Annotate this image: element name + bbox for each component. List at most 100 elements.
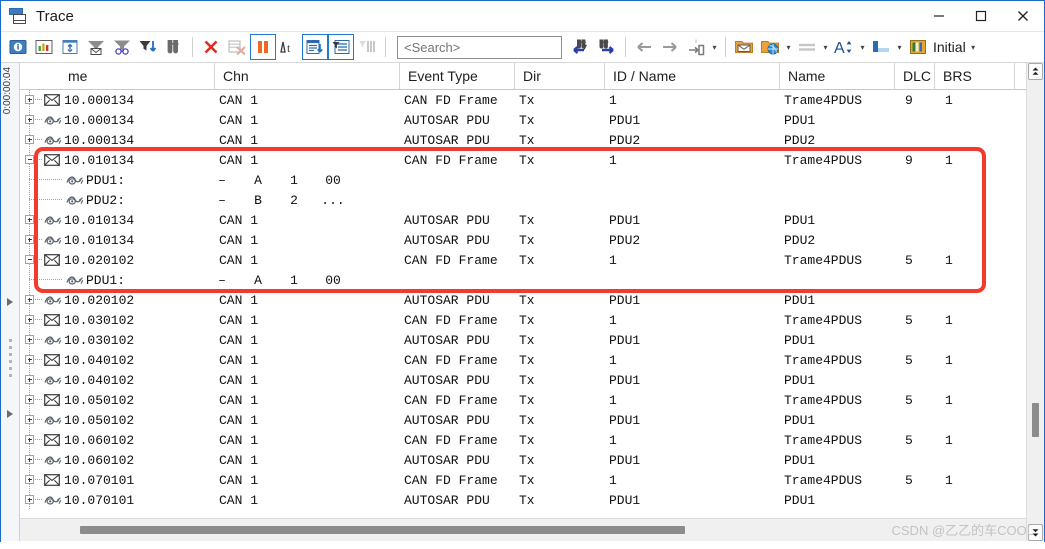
tree-connector (35, 459, 43, 460)
column-header-chn[interactable]: Chn (215, 63, 400, 89)
gutter-splitter[interactable] (1, 298, 19, 418)
configuration-label: Initial (933, 39, 966, 55)
expand-icon[interactable] (25, 135, 34, 144)
find-previous-icon[interactable] (568, 34, 594, 60)
vertical-scroll-thumb[interactable] (1032, 403, 1039, 437)
splitter-arrow-up[interactable] (7, 298, 13, 306)
table-row[interactable]: PDU1: – A 1 00 (20, 270, 1026, 290)
column-header-dlc[interactable]: DLC (895, 63, 935, 89)
table-row[interactable]: 10.020102 CAN 1 CAN FD Frame Tx 1 Trame4PDUS 5… (20, 250, 1026, 270)
table-row[interactable]: 10.030102 CAN 1 CAN FD Frame Tx 1 Trame4PDUS 5… (20, 310, 1026, 330)
column-header-dir[interactable]: Dir (515, 63, 605, 89)
sort-ascending-icon[interactable] (302, 34, 328, 60)
tree-connector (35, 379, 43, 380)
expand-icon[interactable] (25, 375, 34, 384)
table-row[interactable]: 10.040102 CAN 1 CAN FD Frame Tx 1 Trame4PDUS 5… (20, 350, 1026, 370)
goto-dropdown-caret[interactable]: ▾ (709, 34, 720, 60)
measurement-info-icon[interactable] (5, 34, 31, 60)
expand-icon[interactable] (25, 395, 34, 404)
expand-icon[interactable] (25, 115, 34, 124)
line-spacing-icon[interactable] (794, 34, 820, 60)
goto-icon[interactable] (683, 34, 709, 60)
table-row[interactable]: PDU2: – B 2... (20, 190, 1026, 210)
expand-icon[interactable] (25, 355, 34, 364)
expand-icon[interactable] (25, 475, 34, 484)
search-input[interactable]: ▾ (397, 35, 587, 59)
column-chooser-icon[interactable] (354, 34, 380, 60)
expand-icon[interactable] (25, 415, 34, 424)
clear-all-icon[interactable] (224, 34, 250, 60)
table-row[interactable]: 10.070101 CAN 1 CAN FD Frame Tx 1 Trame4PDUS 5… (20, 470, 1026, 490)
open-file-icon[interactable] (731, 34, 757, 60)
expand-icon[interactable] (25, 455, 34, 464)
horizontal-scrollbar[interactable] (20, 518, 1026, 541)
grid-header[interactable]: me Chn Event Type Dir ID / Name Name DLC BRS (20, 63, 1026, 90)
column-header-time[interactable]: me (60, 63, 215, 89)
color-scheme-dropdown-caret[interactable]: ▾ (894, 34, 905, 60)
vertical-scrollbar[interactable] (1026, 63, 1044, 541)
column-header-id[interactable]: ID / Name (605, 63, 780, 89)
collapse-icon[interactable] (25, 255, 34, 264)
color-scheme-icon[interactable] (868, 34, 894, 60)
find-icon[interactable] (161, 34, 187, 60)
table-row[interactable]: 10.000134 CAN 1 AUTOSAR PDU Tx PDU2 PDU2 (20, 130, 1026, 150)
table-row[interactable]: 10.010134 CAN 1 CAN FD Frame Tx 1 Trame4PDUS 9… (20, 150, 1026, 170)
font-size-icon[interactable]: A (831, 34, 857, 60)
configuration-dropdown-caret[interactable]: ▾ (968, 34, 979, 60)
filter-messages-icon[interactable] (83, 34, 109, 60)
column-header-brs[interactable]: BRS (935, 63, 1015, 89)
splitter-grip[interactable] (8, 339, 12, 377)
table-row[interactable]: 10.030102 CAN 1 AUTOSAR PDU Tx PDU1 PDU1 (20, 330, 1026, 350)
splitter-arrow-down[interactable] (7, 410, 13, 418)
expand-icon[interactable] (25, 235, 34, 244)
analysis-filter-icon[interactable] (109, 34, 135, 60)
delta-time-icon[interactable]: t (276, 34, 302, 60)
table-row[interactable]: 10.050102 CAN 1 CAN FD Frame Tx 1 Trame4PDUS 5… (20, 390, 1026, 410)
table-row[interactable]: 10.070101 CAN 1 AUTOSAR PDU Tx PDU1 PDU1 (20, 490, 1026, 510)
horizontal-scroll-thumb[interactable] (80, 526, 685, 534)
table-row[interactable]: 10.000134 CAN 1 CAN FD Frame Tx 1 Trame4PDUS 9… (20, 90, 1026, 110)
table-row[interactable]: 10.060102 CAN 1 AUTOSAR PDU Tx PDU1 PDU1 (20, 450, 1026, 470)
grid-rows[interactable]: 10.000134 CAN 1 CAN FD Frame Tx 1 Trame4PDUS 9… (20, 90, 1026, 518)
table-row[interactable]: 10.010134 CAN 1 AUTOSAR PDU Tx PDU2 PDU2 (20, 230, 1026, 250)
minimize-button[interactable] (918, 1, 960, 31)
table-row[interactable]: 10.000134 CAN 1 AUTOSAR PDU Tx PDU1 PDU1 (20, 110, 1026, 130)
column-header-event[interactable]: Event Type (400, 63, 515, 89)
toolbar: t ▾ ▾ (1, 31, 1044, 63)
column-filter-icon[interactable] (328, 34, 354, 60)
table-row[interactable]: PDU1: – A 1 00 (20, 170, 1026, 190)
table-row[interactable]: 10.060102 CAN 1 CAN FD Frame Tx 1 Trame4PDUS 5… (20, 430, 1026, 450)
configuration-icon[interactable] (905, 34, 931, 60)
logging-config-icon[interactable] (757, 34, 783, 60)
table-row[interactable]: 10.040102 CAN 1 AUTOSAR PDU Tx PDU1 PDU1 (20, 370, 1026, 390)
clear-icon[interactable] (198, 34, 224, 60)
sort-filter-icon[interactable] (135, 34, 161, 60)
expand-icon[interactable] (25, 315, 34, 324)
export-icon[interactable] (57, 34, 83, 60)
expand-icon[interactable] (25, 435, 34, 444)
forward-icon[interactable] (657, 34, 683, 60)
expand-icon[interactable] (25, 495, 34, 504)
status-bar (1, 541, 1044, 549)
table-row[interactable]: 10.050102 CAN 1 AUTOSAR PDU Tx PDU1 PDU1 (20, 410, 1026, 430)
pause-icon[interactable] (250, 34, 276, 60)
close-button[interactable] (1002, 1, 1044, 31)
table-row[interactable]: 10.020102 CAN 1 AUTOSAR PDU Tx PDU1 PDU1 (20, 290, 1026, 310)
collapse-icon[interactable] (25, 155, 34, 164)
cell-chn: CAN 1 (219, 132, 259, 148)
expand-icon[interactable] (25, 95, 34, 104)
search-field[interactable] (402, 38, 582, 56)
font-size-dropdown-caret[interactable]: ▾ (857, 34, 868, 60)
table-row[interactable]: 10.010134 CAN 1 AUTOSAR PDU Tx PDU1 PDU1 (20, 210, 1026, 230)
expand-icon[interactable] (25, 295, 34, 304)
line-spacing-dropdown-caret[interactable]: ▾ (820, 34, 831, 60)
back-icon[interactable] (631, 34, 657, 60)
scroll-up-icon[interactable] (1028, 63, 1043, 80)
column-header-name[interactable]: Name (780, 63, 895, 89)
logging-dropdown-caret[interactable]: ▾ (783, 34, 794, 60)
maximize-button[interactable] (960, 1, 1002, 31)
expand-icon[interactable] (25, 215, 34, 224)
expand-icon[interactable] (25, 335, 34, 344)
find-next-icon[interactable] (594, 34, 620, 60)
statistics-icon[interactable] (31, 34, 57, 60)
